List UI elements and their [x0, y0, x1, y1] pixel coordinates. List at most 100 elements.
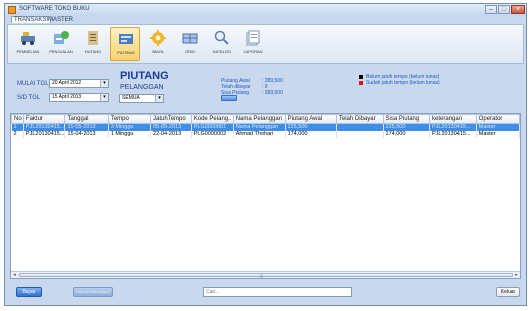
- ribbon-hutang-button[interactable]: HUTANG: [78, 27, 108, 61]
- table-cell: PLG0000002: [191, 130, 234, 138]
- table-cell: Master: [476, 123, 521, 131]
- column-header[interactable]: Nama Pelanggan: [232, 114, 286, 124]
- ribbon-biaya-button[interactable]: BIAYA: [143, 27, 173, 61]
- table-cell: 174,000: [285, 130, 337, 138]
- ribbon-katalog-button[interactable]: KATALOG: [207, 27, 237, 61]
- table-cell: 1: [11, 123, 24, 131]
- ribbon-toolbar: PEMBELIAN PENJUALAN HUTANG PIUTANG BIAYA…: [7, 24, 524, 64]
- minimize-button[interactable]: –: [485, 5, 497, 14]
- status-select-value: SEMUA: [122, 95, 140, 101]
- status-select[interactable]: SEMUA ▾: [119, 94, 164, 103]
- table-cell: PJL20130415...: [23, 123, 66, 131]
- mulai-tgl-value: 20 April 2012: [52, 80, 82, 86]
- page-title: PIUTANG: [120, 70, 169, 82]
- mulai-tgl-datepicker[interactable]: 20 April 2012 ▾: [49, 79, 109, 88]
- table-cell: 15-04-2013: [64, 130, 109, 138]
- table-cell: Ahmad Thohari: [233, 130, 286, 138]
- refresh-button[interactable]: [221, 95, 237, 101]
- ribbon-label: PENJUALAN: [49, 49, 73, 54]
- piutang-panel: MULAI TGL 20 April 2012 ▾ S/D TGL 15 Apr…: [7, 66, 524, 304]
- table-cell: 15-05-2013: [64, 123, 109, 131]
- app-window: SOFTWARE TOKO BUKU – □ × TRANSAKSI MASTE…: [4, 3, 527, 306]
- sd-tgl-label: S/D TGL: [17, 95, 41, 101]
- scrollbar-thumb[interactable]: |||: [19, 273, 513, 278]
- table-cell: PLG0000001: [191, 123, 234, 131]
- table-header: No Faktur Tanggal Tempo JatuhTempo Kode Pelan…: [11, 114, 521, 124]
- sales-icon: [54, 31, 69, 44]
- ribbon-label: PIUTANG: [117, 50, 135, 55]
- debt-icon: [88, 31, 98, 45]
- table-cell: PJL20130415...: [23, 130, 66, 138]
- column-header[interactable]: Operator: [475, 114, 521, 124]
- sd-tgl-value: 15 April 2013: [52, 94, 82, 100]
- column-header[interactable]: No: [11, 114, 24, 124]
- chevron-left-icon[interactable]: ◂: [11, 272, 18, 278]
- ribbon-label: BIAYA: [152, 49, 164, 54]
- mulai-tgl-label: MULAI TGL: [17, 81, 49, 87]
- report-icon: [246, 30, 260, 46]
- column-header[interactable]: Piutang Awal: [284, 114, 337, 124]
- purchase-icon: [21, 32, 35, 45]
- grid-icon: [182, 33, 198, 44]
- column-header[interactable]: Telah Dibayar: [335, 114, 384, 124]
- table-row[interactable]: 2 PJL20130415... 15-04-2013 1 Minggu 22-04-2…: [11, 130, 521, 138]
- menu-bar: TRANSAKSI MASTER: [5, 16, 526, 24]
- ribbon-label: LAPORAN: [243, 49, 263, 54]
- chevron-down-icon[interactable]: ▾: [100, 94, 108, 101]
- menu-master[interactable]: MASTER: [48, 17, 73, 23]
- window-title: SOFTWARE TOKO BUKU: [19, 6, 90, 12]
- ribbon-piutang-button[interactable]: PIUTANG: [110, 27, 140, 61]
- ribbon-grid-button[interactable]: GRID: [175, 27, 205, 61]
- gear-icon: [150, 30, 166, 46]
- ribbon-label: GRID: [185, 49, 195, 54]
- maximize-button[interactable]: □: [498, 5, 510, 14]
- table-cell: [336, 130, 384, 138]
- legend-text: Sudah jatuh tempo (belum lunas): [366, 80, 440, 86]
- column-header[interactable]: keterangan: [429, 114, 477, 124]
- receivable-icon: [119, 34, 133, 44]
- column-header[interactable]: Sisa Piutang: [382, 114, 431, 124]
- ribbon-laporan-button[interactable]: LAPORAN: [238, 27, 268, 61]
- menu-transaksi[interactable]: TRANSAKSI: [11, 16, 52, 23]
- hapus-keterangan-button[interactable]: Hapus Keterangan: [73, 287, 113, 297]
- ribbon-pembelian-button[interactable]: PEMBELIAN: [13, 27, 43, 61]
- close-button[interactable]: ×: [511, 5, 525, 14]
- chevron-right-icon[interactable]: ▸: [513, 272, 520, 278]
- table-cell: 2: [11, 130, 24, 138]
- title-bar: SOFTWARE TOKO BUKU – □ ×: [5, 4, 526, 16]
- chevron-down-icon[interactable]: ▾: [100, 80, 108, 87]
- table-cell: 22-04-2013: [150, 130, 192, 138]
- chevron-down-icon[interactable]: ▾: [155, 95, 163, 102]
- bayar-button[interactable]: Bayar: [16, 287, 42, 297]
- table-cell: 225,500: [383, 123, 431, 131]
- horizontal-scrollbar[interactable]: ◂ ||| ▸: [11, 271, 520, 278]
- summary-value: : 289,500: [262, 90, 283, 96]
- column-header[interactable]: Faktur: [22, 114, 66, 124]
- sd-tgl-datepicker[interactable]: 15 April 2013 ▾: [49, 93, 109, 102]
- table-cell: PJL20130415...: [429, 130, 477, 138]
- ribbon-label: HUTANG: [84, 49, 102, 54]
- table-cell: [336, 123, 384, 131]
- legend-swatch-red: [359, 81, 363, 85]
- legend-swatch-black: [359, 75, 363, 79]
- table-row[interactable]: 1 PJL20130415... 15-05-2013 3 Minggu 05-05-2…: [11, 123, 521, 131]
- table-cell: 3 Minggu: [108, 123, 152, 131]
- grip-icon: |||: [260, 273, 264, 278]
- column-header[interactable]: Kode Pelang..: [190, 114, 234, 124]
- table-cell: 174,000: [383, 130, 431, 138]
- table-cell: 225,500: [285, 123, 337, 131]
- column-header[interactable]: JatuhTempo: [150, 114, 192, 124]
- table-cell: 1 Minggu: [108, 130, 152, 138]
- keluar-button[interactable]: Keluar: [496, 287, 520, 297]
- table-cell: PJL20130415...: [429, 123, 477, 131]
- table-cell: Nama Pelanggan: [233, 123, 286, 131]
- column-header[interactable]: Tanggal: [64, 114, 109, 124]
- search-input[interactable]: [203, 287, 352, 297]
- ribbon-label: PEMBELIAN: [16, 49, 40, 54]
- page-subtitle: PELANGGAN: [120, 84, 164, 91]
- ribbon-penjualan-button[interactable]: PENJUALAN: [46, 27, 76, 61]
- table-cell: Master: [476, 130, 521, 138]
- search-icon: [214, 30, 229, 45]
- column-header[interactable]: Tempo: [107, 114, 152, 124]
- piutang-table: No Faktur Tanggal Tempo JatuhTempo Kode Pelan…: [10, 113, 521, 279]
